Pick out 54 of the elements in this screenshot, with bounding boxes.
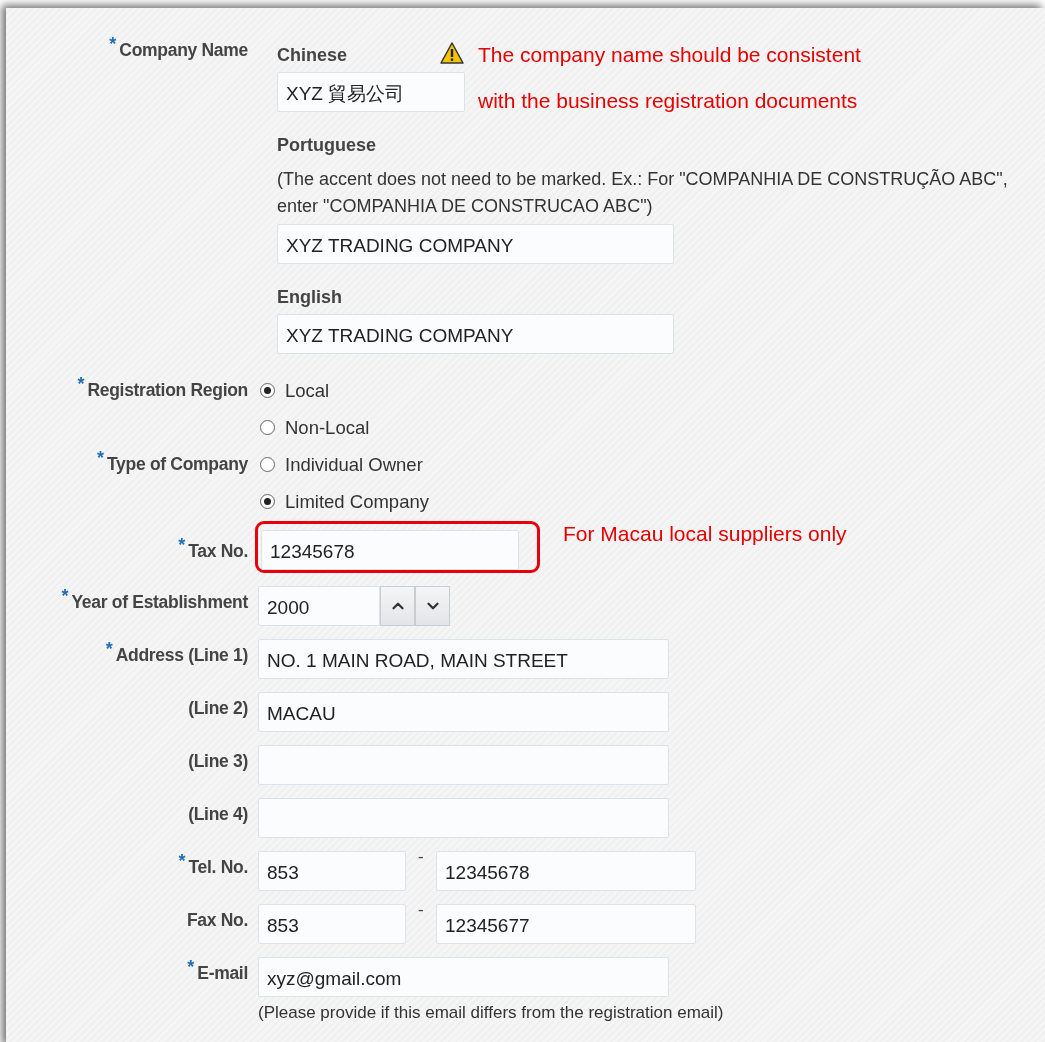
input-field[interactable]: 12345677 [436, 904, 696, 944]
input-field[interactable]: XYZ 貿易公司 [277, 72, 465, 112]
input-field[interactable]: 853 [258, 851, 406, 891]
input-field[interactable]: XYZ TRADING COMPANY [277, 224, 674, 264]
field-label: (Line 3) [188, 751, 248, 772]
required-asterisk: * [105, 639, 113, 660]
input-field[interactable]: xyz@gmail.com [258, 957, 669, 997]
radio-label[interactable]: Individual Owner [285, 453, 423, 476]
language-heading: Chinese [277, 43, 348, 67]
language-heading: English [277, 285, 342, 309]
field-label: Registration Region [87, 380, 248, 401]
required-asterisk: * [109, 34, 117, 55]
radio-button[interactable] [260, 420, 275, 435]
required-asterisk: * [61, 586, 69, 607]
field-note: (The accent does not need to be marked. Ex.: For "COMPANHIA DE CONSTRUÇÃO ABC", enter "COMPANHIA DE CONSTRUCAO ABC") [277, 168, 1009, 218]
input-field[interactable]: 853 [258, 904, 406, 944]
input-field[interactable]: 12345678 [261, 530, 519, 570]
required-asterisk: * [77, 374, 85, 395]
input-field[interactable]: MACAU [258, 692, 669, 732]
required-asterisk: * [187, 957, 195, 978]
input-field[interactable]: XYZ TRADING COMPANY [277, 314, 674, 354]
field-label: Year of Establishment [71, 592, 248, 613]
field-label: Fax No. [186, 910, 248, 931]
field-label: (Line 4) [188, 804, 248, 825]
field-hint: (Please provide if this email differs from the registration email) [258, 1003, 725, 1023]
field-label: (Line 2) [188, 698, 248, 719]
warning-icon [440, 42, 464, 64]
field-label: Tax No. [188, 541, 248, 562]
field-label: Tel. No. [188, 857, 248, 878]
language-heading: Portuguese [277, 133, 377, 157]
separator-text: - [418, 847, 424, 867]
annotation-text: For Macau local suppliers only [563, 521, 847, 547]
required-asterisk: * [96, 448, 104, 469]
field-label: Company Name [119, 40, 248, 61]
required-asterisk: * [178, 851, 186, 872]
field-label: Address (Line 1) [115, 645, 248, 666]
field-label: E-mail [197, 963, 248, 984]
separator-text: - [418, 900, 424, 920]
radio-label[interactable]: Non-Local [285, 416, 370, 439]
input-field[interactable]: NO. 1 MAIN ROAD, MAIN STREET [258, 639, 669, 679]
radio-button[interactable] [260, 457, 275, 472]
radio-button[interactable] [260, 494, 275, 509]
annotation-text: The company name should be consistent with the business registration documents [478, 42, 861, 114]
increment-button[interactable] [380, 586, 415, 626]
radio-label[interactable]: Local [285, 379, 330, 402]
required-asterisk: * [178, 535, 186, 556]
input-field[interactable]: 2000 [258, 586, 380, 626]
radio-button[interactable] [260, 383, 275, 398]
input-field[interactable] [258, 745, 669, 785]
input-field[interactable] [258, 798, 669, 838]
field-label: Type of Company [106, 454, 248, 475]
decrement-button[interactable] [415, 586, 450, 626]
input-field[interactable]: 12345678 [436, 851, 696, 891]
radio-label[interactable]: Limited Company [285, 490, 429, 513]
